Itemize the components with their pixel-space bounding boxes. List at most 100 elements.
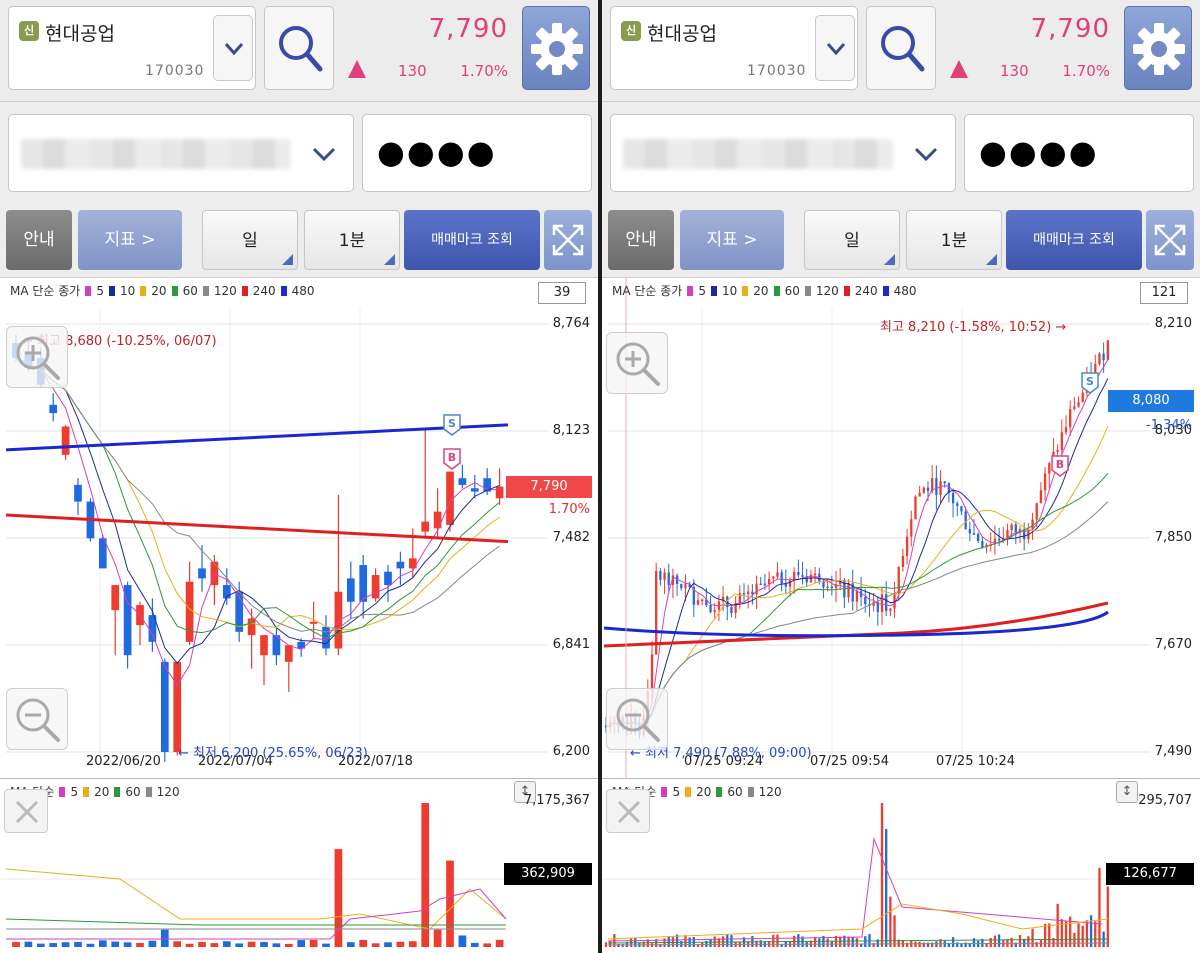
indicator-button[interactable]: 지표 >: [680, 210, 784, 270]
volume-ma-legend-item: 120: [145, 785, 180, 799]
ma-color-swatch: [109, 286, 115, 296]
candle-body: [371, 575, 380, 599]
volume-bar: [111, 941, 120, 947]
price-chart-canvas: SB: [5, 308, 548, 763]
candle-body: [680, 584, 683, 589]
zoom-in-button[interactable]: [606, 332, 668, 394]
ma-legend-item: 5: [687, 284, 706, 298]
settings-button[interactable]: [522, 6, 590, 90]
password-field[interactable]: ●●●●: [964, 114, 1194, 192]
ma-legend-prefix: MA 단순 종가: [612, 284, 683, 298]
candle-body: [1039, 490, 1043, 504]
volume-bar: [297, 940, 306, 947]
trade-mark-button[interactable]: 매매마크 조회: [404, 210, 540, 270]
volume-bar: [956, 942, 959, 947]
account-selector[interactable]: [610, 114, 956, 192]
settings-button[interactable]: [1124, 6, 1192, 90]
volume-bar: [260, 942, 268, 947]
candle-body: [847, 583, 850, 598]
password-mask: ●●●●: [377, 133, 497, 171]
volume-bar: [847, 936, 850, 947]
volume-bar: [709, 939, 712, 947]
volume-bar: [198, 941, 206, 947]
resize-arrow-button[interactable]: ↕: [1116, 781, 1138, 803]
candle-body: [1073, 406, 1076, 410]
zoom-out-button[interactable]: [6, 688, 68, 750]
guide-button[interactable]: 안내: [608, 210, 674, 270]
volume-bar: [185, 943, 194, 947]
stock-dropdown-button[interactable]: [213, 15, 253, 81]
volume-ma-legend-item: 60: [114, 785, 141, 799]
price-chart[interactable]: SB MA 단순 종가 5 10 20 60 120 240 480 121 8,210 8,0…: [602, 278, 1200, 778]
account-selector[interactable]: [8, 114, 354, 192]
volume-bar: [1073, 932, 1076, 947]
indicator-button[interactable]: 지표 >: [78, 210, 182, 270]
volume-chart[interactable]: MA 단순52060120 ↕ 295,707 126,677: [602, 778, 1200, 953]
volume-bar: [346, 942, 355, 947]
zoom-in-icon: [16, 336, 60, 380]
current-price: 7,790: [1030, 14, 1110, 44]
zoom-out-icon: [16, 698, 60, 742]
interval-label: 1분: [338, 231, 366, 251]
candle-body: [776, 572, 779, 577]
volume-bar: [483, 943, 492, 947]
zoom-out-button[interactable]: [606, 688, 668, 750]
password-field[interactable]: ●●●●: [362, 114, 592, 192]
ma-color-swatch: [747, 787, 754, 797]
volume-bar: [797, 934, 800, 947]
ma-color-swatch: [882, 286, 889, 296]
search-button[interactable]: [264, 6, 334, 90]
candle-body: [74, 484, 82, 502]
volume-chart[interactable]: MA 단순52060120 ↕ 7,175,367 362,909: [0, 778, 598, 953]
volume-bar: [993, 935, 997, 947]
ma-color-swatch: [241, 286, 248, 296]
guide-button[interactable]: 안내: [6, 210, 72, 270]
volume-bar: [813, 937, 817, 947]
trade-mark-button[interactable]: 매매마크 조회: [1006, 210, 1142, 270]
candle-count[interactable]: 121: [1140, 282, 1188, 304]
ma-color-swatch: [804, 286, 811, 296]
trade-mark-label: S: [448, 417, 456, 430]
price-change-pct: 1.70%: [460, 62, 508, 80]
volume-bar: [889, 896, 892, 947]
period-select[interactable]: 일: [202, 210, 298, 270]
ma-legend-prefix: MA 단순 종가: [10, 284, 81, 298]
candle-body: [49, 404, 58, 414]
interval-select[interactable]: 1분: [906, 210, 1002, 270]
gear-icon: [531, 23, 583, 75]
volume-ma-legend-item: 20: [83, 785, 109, 799]
volume-bar: [272, 943, 281, 947]
zoom-in-button[interactable]: [6, 326, 68, 388]
search-button[interactable]: [866, 6, 936, 90]
stock-selector[interactable]: 신 현대공업 170030: [610, 6, 858, 90]
candle-count[interactable]: 39: [538, 282, 586, 304]
stock-selector[interactable]: 신 현대공업 170030: [8, 6, 256, 90]
candle-body: [772, 576, 775, 579]
price-chart[interactable]: SB MA 단순 종가 5 10 20 60 120 240 480 39 8,764 8,12…: [0, 278, 598, 778]
volume-ma-line: [6, 888, 507, 940]
stock-dropdown-button[interactable]: [815, 15, 855, 81]
close-indicator-button[interactable]: [606, 789, 650, 833]
volume-bar: [851, 937, 854, 947]
interval-select[interactable]: 1분: [304, 210, 400, 270]
ma-color-swatch: [145, 787, 152, 797]
candle-body: [1081, 392, 1084, 403]
expand-button[interactable]: [544, 210, 592, 270]
ma-color-swatch: [742, 286, 749, 296]
expand-button[interactable]: [1146, 210, 1194, 270]
period-select[interactable]: 일: [804, 210, 900, 270]
candle-body: [889, 608, 892, 611]
y-tick-label: 7,482: [552, 530, 590, 545]
credit-badge: 신: [19, 21, 39, 41]
candle-body: [826, 586, 829, 589]
expand-icon: [1154, 224, 1186, 256]
volume-current: 126,677: [1106, 863, 1194, 885]
volume-bar: [1089, 915, 1093, 947]
volume-bar: [885, 828, 888, 947]
volume-bar: [136, 942, 144, 947]
close-indicator-button[interactable]: [4, 789, 48, 833]
volume-bar: [123, 942, 132, 947]
ma-legend-item: 240: [241, 284, 276, 298]
price-change: 130: [398, 62, 427, 80]
chevron-down-icon: [312, 147, 336, 162]
